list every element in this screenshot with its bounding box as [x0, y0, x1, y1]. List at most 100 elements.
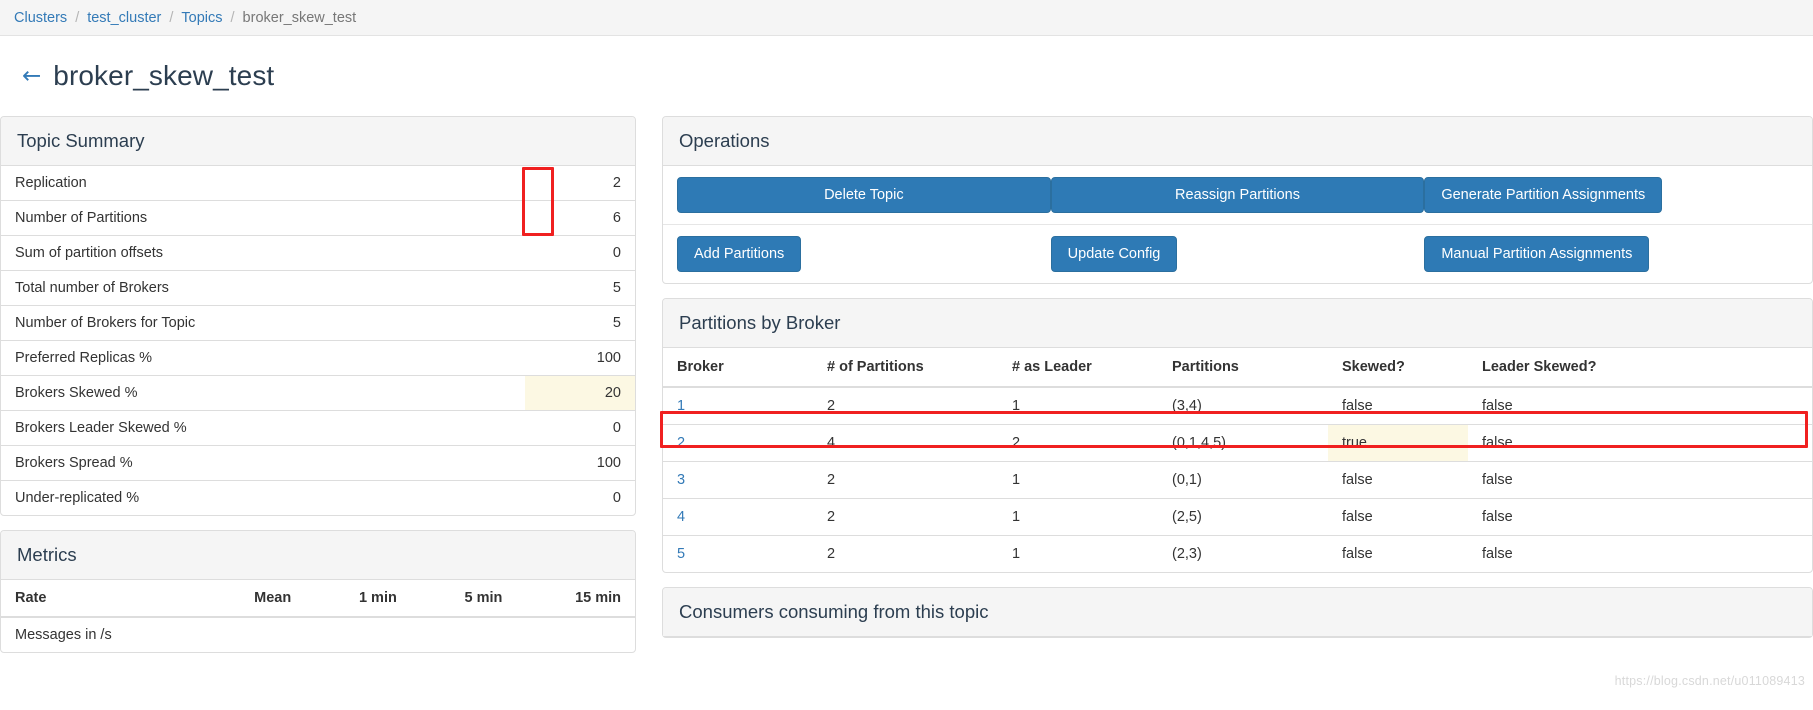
operations-cell: Manual Partition Assignments [1424, 236, 1798, 272]
broker-id-cell: 3 [663, 462, 813, 499]
metrics-column-header: 15 min [516, 580, 635, 617]
broker-table-row: 421(2,5)falsefalse [663, 499, 1812, 536]
broker-cell-skewed: false [1328, 536, 1468, 573]
operations-button-row-2: Add Partitions Update Config Manual Part… [663, 224, 1812, 283]
operations-cell: Generate Partition Assignments [1424, 177, 1798, 213]
update-config-button[interactable]: Update Config [1051, 236, 1178, 272]
breadcrumb-item-test-cluster[interactable]: test_cluster [87, 10, 161, 26]
broker-cell-partitions: (2,5) [1158, 499, 1328, 536]
topic-summary-key: Number of Brokers for Topic [1, 306, 525, 341]
broker-cell-skewed: false [1328, 462, 1468, 499]
broker-link[interactable]: 1 [677, 398, 685, 414]
operations-cell: Add Partitions [677, 236, 1051, 272]
topic-summary-value: 6 [525, 201, 635, 236]
topic-summary-row: Replication2 [1, 166, 635, 201]
broker-table-row: 242(0,1,4,5)truefalse [663, 425, 1812, 462]
topic-summary-row: Number of Partitions6 [1, 201, 635, 236]
page-root: Clusters / test_cluster / Topics / broke… [0, 0, 1813, 710]
consumers-title: Consumers consuming from this topic [679, 601, 988, 622]
partitions-by-broker-panel: Partitions by Broker Broker# of Partitio… [662, 298, 1813, 573]
topic-summary-row: Brokers Spread %100 [1, 446, 635, 481]
broker-cell-as-leader: 1 [998, 462, 1158, 499]
back-arrow-icon[interactable]: ← [22, 65, 41, 88]
topic-summary-row: Brokers Leader Skewed %0 [1, 411, 635, 446]
broker-id-cell: 2 [663, 425, 813, 462]
topic-summary-key: Brokers Spread % [1, 446, 525, 481]
breadcrumb-separator: / [169, 10, 173, 26]
breadcrumb-separator: / [75, 10, 79, 26]
topic-summary-key: Under-replicated % [1, 481, 525, 516]
left-column: Topic Summary Replication2Number of Part… [0, 116, 636, 667]
broker-cell-leader-skewed: false [1468, 387, 1812, 425]
topic-summary-row: Preferred Replicas %100 [1, 341, 635, 376]
broker-cell-skewed: false [1328, 499, 1468, 536]
broker-column-header: # as Leader [998, 348, 1158, 387]
broker-cell-leader-skewed: false [1468, 425, 1812, 462]
broker-cell-skewed: false [1328, 387, 1468, 425]
delete-topic-button[interactable]: Delete Topic [677, 177, 1051, 213]
reassign-partitions-button[interactable]: Reassign Partitions [1051, 177, 1425, 213]
broker-cell-num-partitions: 2 [813, 536, 998, 573]
topic-summary-table: Replication2Number of Partitions6Sum of … [1, 166, 635, 515]
metrics-column-header: 5 min [411, 580, 517, 617]
topic-summary-value: 5 [525, 306, 635, 341]
broker-table-row: 321(0,1)falsefalse [663, 462, 1812, 499]
partitions-by-broker-table: Broker# of Partitions# as LeaderPartitio… [663, 348, 1812, 572]
topic-summary-value: 100 [525, 341, 635, 376]
topic-summary-panel: Topic Summary Replication2Number of Part… [0, 116, 636, 516]
operations-panel: Operations Delete Topic Reassign Partiti… [662, 116, 1813, 284]
operations-heading: Operations [663, 117, 1812, 166]
breadcrumb-item-current: broker_skew_test [243, 10, 357, 26]
metrics-column-header: Mean [201, 580, 305, 617]
watermark: https://blog.csdn.net/u011089413 [1615, 674, 1805, 688]
topic-summary-value: 0 [525, 481, 635, 516]
broker-cell-num-partitions: 2 [813, 462, 998, 499]
broker-cell-as-leader: 1 [998, 387, 1158, 425]
broker-cell-num-partitions: 4 [813, 425, 998, 462]
breadcrumb-separator: / [231, 10, 235, 26]
broker-table-header-row: Broker# of Partitions# as LeaderPartitio… [663, 348, 1812, 387]
breadcrumb-item-clusters[interactable]: Clusters [14, 10, 67, 26]
partitions-by-broker-title: Partitions by Broker [679, 312, 840, 333]
topic-summary-value: 5 [525, 271, 635, 306]
topic-summary-key: Number of Partitions [1, 201, 525, 236]
generate-partition-assignments-button[interactable]: Generate Partition Assignments [1424, 177, 1662, 213]
metrics-header-row: RateMean1 min5 min15 min [1, 580, 635, 617]
breadcrumb-item-topics[interactable]: Topics [181, 10, 222, 26]
topic-summary-value: 0 [525, 236, 635, 271]
broker-link[interactable]: 3 [677, 472, 685, 488]
broker-cell-partitions: (3,4) [1158, 387, 1328, 425]
topic-summary-heading: Topic Summary [1, 117, 635, 166]
topic-summary-value: 20 [525, 376, 635, 411]
broker-link[interactable]: 5 [677, 546, 685, 562]
broker-table-row: 521(2,3)falsefalse [663, 536, 1812, 573]
broker-cell-as-leader: 1 [998, 536, 1158, 573]
operations-title: Operations [679, 130, 770, 151]
broker-cell-skewed: true [1328, 425, 1468, 462]
broker-column-header: Skewed? [1328, 348, 1468, 387]
broker-column-header: # of Partitions [813, 348, 998, 387]
broker-id-cell: 1 [663, 387, 813, 425]
topic-summary-value: 2 [525, 166, 635, 201]
metrics-panel: Metrics RateMean1 min5 min15 min Message… [0, 530, 636, 653]
broker-cell-as-leader: 1 [998, 499, 1158, 536]
add-partitions-button[interactable]: Add Partitions [677, 236, 801, 272]
broker-column-header: Leader Skewed? [1468, 348, 1812, 387]
broker-link[interactable]: 2 [677, 435, 685, 451]
page-title: broker_skew_test [53, 60, 274, 92]
topic-summary-key: Replication [1, 166, 525, 201]
consumers-panel: Consumers consuming from this topic [662, 587, 1813, 638]
topic-summary-title: Topic Summary [17, 130, 144, 151]
broker-cell-num-partitions: 2 [813, 499, 998, 536]
topic-summary-key: Sum of partition offsets [1, 236, 525, 271]
manual-partition-assignments-button[interactable]: Manual Partition Assignments [1424, 236, 1649, 272]
metrics-column-header: Rate [1, 580, 201, 617]
page-header: ← broker_skew_test [0, 36, 1813, 116]
broker-link[interactable]: 4 [677, 509, 685, 525]
topic-summary-key: Total number of Brokers [1, 271, 525, 306]
consumers-heading: Consumers consuming from this topic [663, 588, 1812, 637]
metrics-cell [201, 617, 305, 652]
broker-column-header: Broker [663, 348, 813, 387]
broker-cell-as-leader: 2 [998, 425, 1158, 462]
topic-summary-value: 100 [525, 446, 635, 481]
